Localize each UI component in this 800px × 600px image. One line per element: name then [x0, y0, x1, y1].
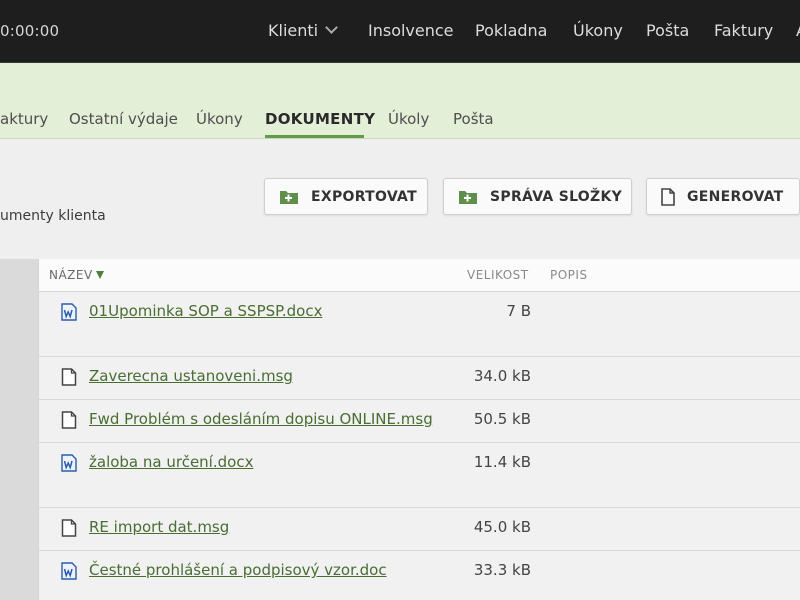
file-size: 33.3 kB	[473, 561, 531, 579]
nav-item-pokladna[interactable]: Pokladna	[475, 21, 547, 40]
folder-manage-icon	[458, 189, 478, 205]
active-tab-indicator	[265, 135, 364, 138]
word-document-icon	[61, 454, 77, 472]
tab-ostatni-vydaje[interactable]: Ostatní výdaje	[69, 110, 178, 128]
file-size: 11.4 kB	[473, 453, 531, 471]
table-row[interactable]: Fwd Problém s odesláním dopisu ONLINE.ms…	[39, 400, 800, 443]
chevron-down-icon	[325, 21, 338, 34]
export-button[interactable]: EXPORTOVAT	[264, 178, 428, 215]
file-icon	[61, 519, 77, 537]
nav-item-posta[interactable]: Pošta	[646, 21, 689, 40]
word-document-icon	[61, 303, 77, 321]
column-header-name[interactable]: NÁZEV	[49, 268, 104, 282]
documents-table: NÁZEV VELIKOST POPIS 01Upominka SOP a SS…	[38, 259, 800, 600]
column-header-description[interactable]: POPIS	[550, 268, 588, 282]
page-subtitle: umenty klienta	[0, 208, 106, 224]
file-icon	[61, 411, 77, 429]
session-timer: 0:00:00	[0, 22, 60, 40]
folder-export-icon	[279, 189, 299, 205]
folder-management-button-label: SPRÁVA SLOŽKY	[490, 188, 623, 205]
table-row[interactable]: Zaverecna ustanoveni.msg 34.0 kB	[39, 357, 800, 400]
file-size: 45.0 kB	[473, 518, 531, 536]
nav-item-label: Klienti	[268, 21, 319, 40]
table-row[interactable]: Čestné prohlášení a podpisový vzor.doc 3…	[39, 551, 800, 600]
file-name-link[interactable]: Fwd Problém s odesláním dopisu ONLINE.ms…	[89, 410, 433, 428]
tab-posta[interactable]: Pošta	[453, 110, 494, 128]
file-name-link[interactable]: 01Upominka SOP a SSPSP.docx	[89, 302, 322, 320]
table-row[interactable]: RE import dat.msg 45.0 kB	[39, 508, 800, 551]
table-header: NÁZEV VELIKOST POPIS	[39, 259, 800, 292]
folder-management-button[interactable]: SPRÁVA SLOŽKY	[443, 178, 632, 215]
file-name-link[interactable]: žaloba na určení.docx	[89, 453, 253, 471]
file-size: 7 B	[506, 302, 531, 320]
file-name-link[interactable]: RE import dat.msg	[89, 518, 229, 536]
tab-dokumenty[interactable]: DOKUMENTY	[265, 110, 375, 128]
file-icon	[61, 368, 77, 386]
left-sidebar-strip	[0, 259, 38, 600]
file-name-link[interactable]: Čestné prohlášení a podpisový vzor.doc	[89, 561, 387, 579]
word-document-icon	[61, 562, 77, 580]
document-icon	[661, 187, 675, 206]
top-navigation-bar: 0:00:00 Klienti Insolvence Pokladna Úkon…	[0, 0, 800, 63]
nav-item-faktury[interactable]: Faktury	[714, 21, 773, 40]
column-header-name-label: NÁZEV	[49, 268, 93, 282]
nav-item-insolvence[interactable]: Insolvence	[368, 21, 454, 40]
export-button-label: EXPORTOVAT	[311, 188, 417, 205]
table-row[interactable]: 01Upominka SOP a SSPSP.docx 7 B	[39, 292, 800, 357]
generate-button-label: GENEROVAT	[687, 188, 784, 205]
nav-item-ukony[interactable]: Úkony	[573, 21, 623, 40]
tab-faktury[interactable]: aktury	[0, 110, 48, 128]
file-size: 50.5 kB	[473, 410, 531, 428]
file-size: 34.0 kB	[473, 367, 531, 385]
tab-ukoly[interactable]: Úkoly	[388, 110, 429, 128]
tab-ukony[interactable]: Úkony	[196, 110, 243, 128]
file-name-link[interactable]: Zaverecna ustanoveni.msg	[89, 367, 293, 385]
generate-button[interactable]: GENEROVAT	[646, 178, 800, 215]
nav-item-klienti[interactable]: Klienti	[268, 21, 338, 40]
table-row[interactable]: žaloba na určení.docx 11.4 kB	[39, 443, 800, 508]
nav-item-cut[interactable]: A	[796, 21, 800, 40]
sort-descending-icon	[95, 271, 104, 279]
column-header-size[interactable]: VELIKOST	[467, 268, 529, 282]
